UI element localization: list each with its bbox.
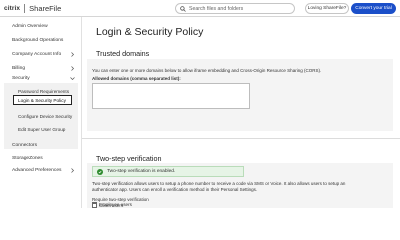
brand-divider xyxy=(24,4,26,13)
two-step-panel: Two-step verification is enabled. Two-st… xyxy=(87,163,393,208)
sidebar-subitem-configure-device-security[interactable]: Configure Device Security xyxy=(18,114,72,119)
client-users-checkbox[interactable] xyxy=(92,203,97,208)
search-icon xyxy=(180,5,186,12)
two-step-status-banner: Two-step verification is enabled. xyxy=(92,166,244,177)
sidebar-item-background-operations[interactable]: Background Operations xyxy=(12,38,63,43)
chevron-down-icon xyxy=(70,77,75,80)
sidebar-subitem-login-security-policy[interactable]: Login & Security Policy xyxy=(13,95,72,105)
allowed-domains-label: Allowed domains (comma separated list): xyxy=(92,76,181,81)
convert-trial-button[interactable]: Convert your trial xyxy=(351,3,396,14)
sidebar-item-label: Company Account Info xyxy=(12,52,62,57)
chevron-right-icon xyxy=(71,168,74,173)
sidebar-subitem-label: Login & Security Policy xyxy=(18,98,66,103)
two-step-status-text: Two-step verification is enabled. xyxy=(107,169,176,174)
top-bar: citrix ShareFile Search files and folder… xyxy=(0,0,400,17)
brand-company: citrix xyxy=(4,5,21,12)
chevron-right-icon xyxy=(71,52,74,57)
brand-product: ShareFile xyxy=(29,4,62,13)
two-step-heading: Two-step verification xyxy=(96,154,162,163)
sidebar-item-admin-overview[interactable]: Admin Overview xyxy=(12,24,48,29)
search-input[interactable]: Search files and folders xyxy=(175,3,295,14)
sidebar: Admin Overview Background Operations Com… xyxy=(0,17,81,208)
loving-sharefile-button[interactable]: Loving ShareFile? xyxy=(305,3,349,14)
sidebar-subitem-edit-super-user-group[interactable]: Edit Super User Group xyxy=(18,127,65,132)
client-users-option[interactable]: Client users xyxy=(92,203,123,208)
main-content: Login & Security Policy Trusted domains … xyxy=(81,17,400,208)
two-step-description-line2: authenticator app. Users can enroll a ve… xyxy=(92,187,258,192)
trusted-domains-heading: Trusted domains xyxy=(96,49,150,58)
client-users-label: Client users xyxy=(99,203,124,208)
sidebar-item-label: Security xyxy=(12,76,30,81)
check-circle-icon xyxy=(97,168,103,175)
sidebar-subitem-password-requirements[interactable]: Password Requirements xyxy=(18,89,69,94)
sidebar-item-connectors[interactable]: Connectors xyxy=(12,143,37,148)
section-divider xyxy=(82,138,400,139)
page-title: Login & Security Policy xyxy=(96,26,204,38)
chevron-right-icon xyxy=(71,66,74,71)
trusted-domains-panel: You can enter one or more domains below … xyxy=(87,59,393,131)
search-placeholder: Search files and folders xyxy=(189,5,244,12)
sidebar-item-label: Billing xyxy=(12,66,26,71)
brand-logo[interactable]: citrix ShareFile xyxy=(4,3,61,14)
trusted-domains-description: You can enter one or more domains below … xyxy=(92,68,322,73)
allowed-domains-textarea[interactable] xyxy=(92,83,250,109)
sidebar-item-label: Advanced Preferences xyxy=(12,168,62,173)
sidebar-item-storagezones[interactable]: StorageZones xyxy=(12,156,43,161)
